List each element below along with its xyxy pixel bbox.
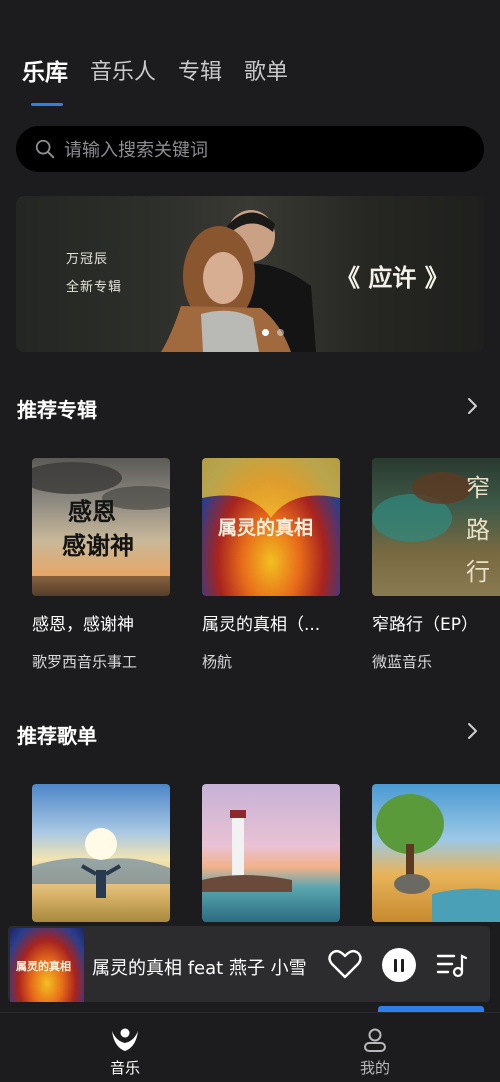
heart-icon[interactable] (328, 948, 362, 980)
playlist-cover (372, 784, 500, 922)
featured-banner[interactable]: 万冠辰 全新专辑 《 应许 》 (16, 196, 484, 352)
music-logo-icon (112, 1028, 138, 1051)
now-playing-cover-art: 属灵的真相 (16, 959, 71, 973)
svg-text:属灵的真相: 属灵的真相 (218, 516, 313, 539)
album-cover-art: 感恩 感谢神 (32, 462, 170, 596)
tab-albums[interactable]: 专辑 (178, 56, 222, 90)
album-title: 窄路行（EP） (372, 615, 478, 635)
album-artist: 微蓝音乐 (372, 653, 433, 671)
svg-text:属灵的真相: 属灵的真相 (16, 959, 71, 973)
section-title-recommended-albums: 推荐专辑 (17, 398, 97, 422)
playlist-cover (32, 784, 170, 922)
tab-playlists[interactable]: 歌单 (244, 56, 288, 90)
profile-icon (364, 1028, 386, 1052)
search-placeholder: 请输入搜索关键词 (64, 140, 208, 161)
now-playing-title: 属灵的真相 feat 燕子 小雪 (92, 958, 307, 979)
playlist-cover-art (376, 794, 500, 922)
nav-music[interactable]: 音乐 (85, 1027, 165, 1078)
playlist-cover-art (202, 810, 292, 892)
banner-album-title: 《 应许 》 (336, 263, 449, 292)
playlist-cover-art (32, 828, 170, 898)
search-bar[interactable]: 请输入搜索关键词 (16, 126, 484, 172)
album-card[interactable]: 窄 路 行 窄路行（EP） 微蓝音乐 (372, 458, 500, 672)
search-icon (35, 139, 55, 159)
banner-subtitle: 全新专辑 (66, 280, 123, 295)
svg-text:行: 行 (466, 558, 490, 586)
album-card[interactable]: 感恩 感谢神 感恩，感谢神 歌罗西音乐事工 (32, 458, 172, 672)
album-card[interactable]: 属灵的真相 属灵的真相（... 杨航 (202, 458, 342, 672)
album-cover-art: 属灵的真相 (202, 458, 340, 539)
pagination-dot[interactable] (262, 329, 269, 336)
album-cover: 属灵的真相 (202, 458, 340, 596)
now-playing-cover: 属灵的真相 (10, 928, 84, 1002)
nav-profile[interactable]: 我的 (335, 1027, 415, 1078)
svg-text:感谢神: 感谢神 (62, 531, 134, 560)
tab-library-label: 乐库 (22, 60, 68, 86)
active-tab-indicator (31, 103, 63, 106)
pause-button[interactable] (382, 948, 416, 982)
section-title-recommended-playlists: 推荐歌单 (17, 724, 97, 748)
playlist-card[interactable] (202, 784, 342, 922)
album-cover-art: 窄 路 行 (372, 472, 490, 586)
pause-icon (394, 958, 397, 972)
playlist-card[interactable] (32, 784, 172, 922)
tab-albums-label: 专辑 (178, 60, 223, 85)
banner-artist: 万冠辰 (66, 252, 109, 267)
album-cover: 窄 路 行 (372, 458, 500, 596)
pause-icon (401, 958, 404, 972)
tab-musicians[interactable]: 音乐人 (90, 56, 156, 90)
svg-text:路: 路 (466, 516, 490, 544)
bottom-tab-bar: 音乐 我的 (0, 1012, 500, 1082)
banner-artwork (161, 210, 316, 352)
playlist-cover (202, 784, 340, 922)
svg-text:窄: 窄 (466, 474, 490, 502)
mini-player[interactable]: 属灵的真相 属灵的真相 feat 燕子 小雪 (8, 926, 490, 1002)
top-tabs: 乐库 音乐人 专辑 歌单 (22, 56, 288, 106)
chevron-right-icon[interactable] (466, 397, 478, 415)
album-artist: 杨航 (202, 653, 233, 671)
nav-profile-label: 我的 (359, 1059, 390, 1077)
tab-playlists-label: 歌单 (244, 60, 289, 85)
tab-library[interactable]: 乐库 (22, 56, 68, 106)
svg-text:感恩: 感恩 (68, 497, 116, 526)
banner-pagination (262, 329, 284, 336)
tab-musicians-label: 音乐人 (90, 60, 157, 85)
chevron-right-icon[interactable] (466, 722, 478, 740)
playlist-card[interactable] (372, 784, 500, 922)
album-title: 属灵的真相（... (202, 615, 321, 635)
album-cover: 感恩 感谢神 (32, 458, 170, 596)
nav-music-label: 音乐 (109, 1059, 140, 1077)
album-title: 感恩，感谢神 (32, 615, 134, 635)
pagination-dot[interactable] (277, 329, 284, 336)
album-artist: 歌罗西音乐事工 (32, 653, 138, 671)
playlist-queue-icon[interactable] (436, 952, 468, 978)
